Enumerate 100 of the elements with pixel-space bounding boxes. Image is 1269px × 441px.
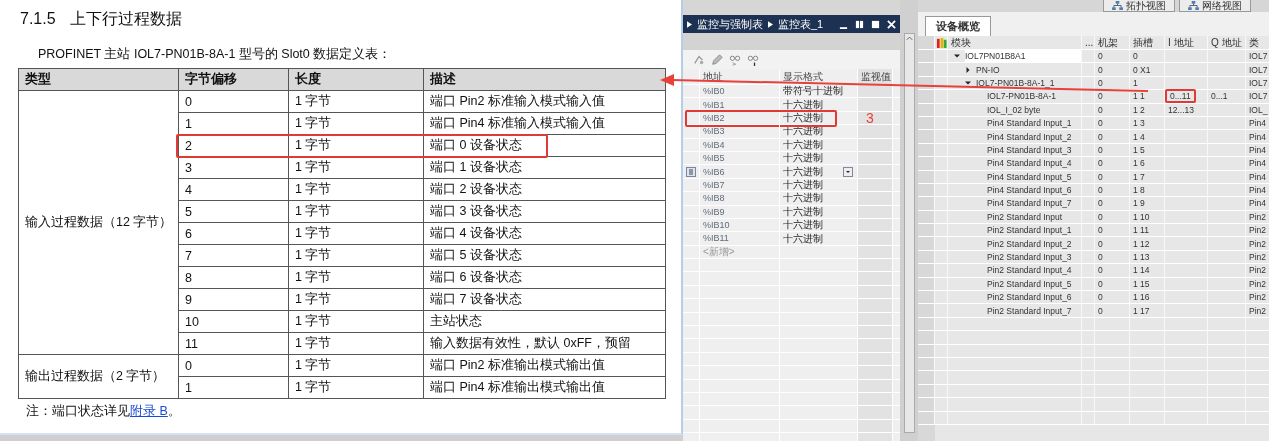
table-cell: 1 字节 [288, 288, 424, 311]
appendix-link[interactable]: 附录 B [130, 404, 168, 418]
table-cell: Pin2 [1249, 252, 1266, 263]
table-cell: 1 字节 [288, 156, 424, 179]
tile-icon[interactable] [855, 19, 864, 29]
table-cell: 1 5 [1133, 144, 1145, 155]
table-cell: 十六进制 [783, 218, 823, 233]
module-name[interactable]: IOL_I_02 byte [987, 103, 1081, 116]
module-name[interactable]: Pin4 Standard Input_5 [987, 170, 1081, 183]
table-cell: %IB7 [703, 179, 725, 190]
module-name[interactable]: Pin2 Standard Input_5 [987, 277, 1081, 291]
breadcrumb-item[interactable]: 监控与强制表 [697, 16, 763, 32]
table-cell: 主站状态 [423, 310, 666, 333]
table-cell: 0 [1133, 51, 1138, 62]
section-title: 上下行过程数据 [69, 8, 182, 29]
close-icon[interactable] [887, 19, 896, 29]
table-cell: 端口 Pin4 标准输出模式输出值 [423, 376, 666, 399]
table-cell: 1 1 [1133, 91, 1145, 102]
view-tab[interactable]: 网络视图 [1179, 0, 1251, 12]
table-cell: 0...1 [1211, 91, 1228, 102]
table-cell: 0 [1098, 292, 1103, 303]
module-name[interactable]: Pin4 Standard Input_6 [987, 183, 1081, 197]
table-cell: 0 [1098, 185, 1103, 196]
table-cell: 0 [1098, 198, 1103, 209]
table-cell: 0 [1098, 278, 1103, 289]
scrollbar[interactable] [903, 33, 915, 433]
table-cell: IOL_ [1249, 104, 1268, 115]
table-cell: 端口 1 设备状态 [423, 156, 666, 179]
table-cell: %IB2 [703, 112, 725, 123]
column-header: 显示格式 [783, 69, 823, 84]
table-cell: 端口 Pin2 标准输出模式输出值 [423, 354, 666, 377]
table-cell: 0 [1098, 51, 1103, 62]
module-name[interactable]: Pin2 Standard Input_1 [987, 224, 1081, 237]
table-cell: 十六进制 [783, 151, 823, 166]
breadcrumb-item[interactable]: 监控表_1 [778, 16, 824, 32]
module-name[interactable]: Pin2 Standard Input_2 [987, 237, 1081, 250]
module-name[interactable]: Pin2 Standard Input_7 [987, 304, 1081, 317]
table-cell: 1 字节 [288, 244, 424, 267]
table-cell: IOL7 [1249, 64, 1268, 75]
glasses-icon[interactable] [747, 53, 759, 66]
module-name[interactable]: Pin2 Standard Input_4 [987, 264, 1081, 277]
module-name[interactable]: Pin4 Standard Input_4 [987, 157, 1081, 170]
note-text: 注：端口状态详见附录 B。 [26, 403, 182, 420]
collapse-arrow-icon[interactable] [954, 53, 960, 60]
column-header: 类型 [18, 68, 179, 91]
table-cell: 1 [1133, 77, 1138, 88]
table-cell: 端口 3 设备状态 [423, 200, 666, 223]
module-name[interactable]: Pin4 Standard Input_2 [987, 130, 1081, 143]
column-header: 插槽 [1133, 35, 1153, 50]
table-cell: 0 [1098, 131, 1103, 142]
table-cell: 1 字节 [288, 332, 424, 355]
table-cell: 1 16 [1133, 292, 1150, 303]
expand-arrow-icon[interactable] [965, 66, 971, 73]
table-cell: %IB6 [703, 166, 725, 177]
column-header: ... [1085, 37, 1094, 48]
table-cell: Pin4 [1249, 198, 1266, 209]
pencil-icon[interactable] [711, 53, 723, 66]
table-cell: 1 [178, 376, 289, 399]
row-selector-icon[interactable] [686, 166, 696, 177]
table-cell: 0 [1098, 305, 1103, 316]
device-overview-tab[interactable]: 设备概览 [925, 16, 991, 36]
table-cell: 1 字节 [288, 310, 424, 333]
collapse-arrow-icon[interactable] [965, 79, 971, 86]
table-cell: 1 字节 [288, 266, 424, 289]
scroll-up-icon[interactable] [904, 34, 914, 42]
column-header: 机架 [1098, 35, 1118, 50]
table-cell: %IB1 [703, 99, 725, 110]
table-cell: Pin2 [1249, 225, 1266, 236]
table-cell: 十六进制 [783, 111, 823, 125]
column-header: 描述 [423, 68, 666, 91]
module-name[interactable]: Pin4 Standard Input_1 [987, 116, 1081, 130]
module-name[interactable]: Pin4 Standard Input_7 [987, 197, 1081, 210]
module-name[interactable]: Pin2 Standard Input_6 [987, 291, 1081, 304]
table-cell: 1 11 [1133, 225, 1149, 236]
table-cell: Pin2 [1249, 292, 1266, 303]
column-header: Q 地址 [1211, 35, 1242, 50]
dropdown-button-icon[interactable] [843, 166, 853, 177]
table-cell: 9 [178, 288, 289, 311]
table-cell: Pin4 [1249, 158, 1266, 169]
glasses-icon[interactable] [729, 53, 741, 66]
table-cell: 输入数据有效性，默认 0xFF，预留 [423, 332, 666, 355]
table-cell: 0 [178, 90, 289, 113]
module-name[interactable]: IOL7-PN01B-8A-1 [987, 90, 1081, 103]
module-name[interactable]: IOL7PN01B8A1 [965, 50, 1081, 63]
table-cell: 1 字节 [288, 222, 424, 245]
table-cell: 12...13 [1168, 104, 1194, 115]
table-cell: 0 [1098, 158, 1103, 169]
module-name[interactable]: IOL7-PN01B-8A-1_1 [976, 76, 1081, 90]
view-tab[interactable]: 拓扑视图 [1103, 0, 1175, 12]
table-cell: IOL7 [1249, 77, 1268, 88]
module-name[interactable]: Pin2 Standard Input_3 [987, 250, 1081, 264]
table-cell: Pin2 [1249, 278, 1266, 289]
module-name[interactable]: PN-IO [976, 63, 1081, 76]
table-cell: 1 14 [1133, 265, 1150, 276]
force-icon[interactable] [693, 53, 705, 66]
module-name[interactable]: Pin2 Standard Input [987, 210, 1081, 224]
table-cell: 1 9 [1133, 198, 1145, 209]
table-cell: 端口 2 设备状态 [423, 178, 666, 201]
module-name[interactable]: Pin4 Standard Input_3 [987, 143, 1081, 157]
maximize-icon[interactable] [871, 19, 880, 29]
